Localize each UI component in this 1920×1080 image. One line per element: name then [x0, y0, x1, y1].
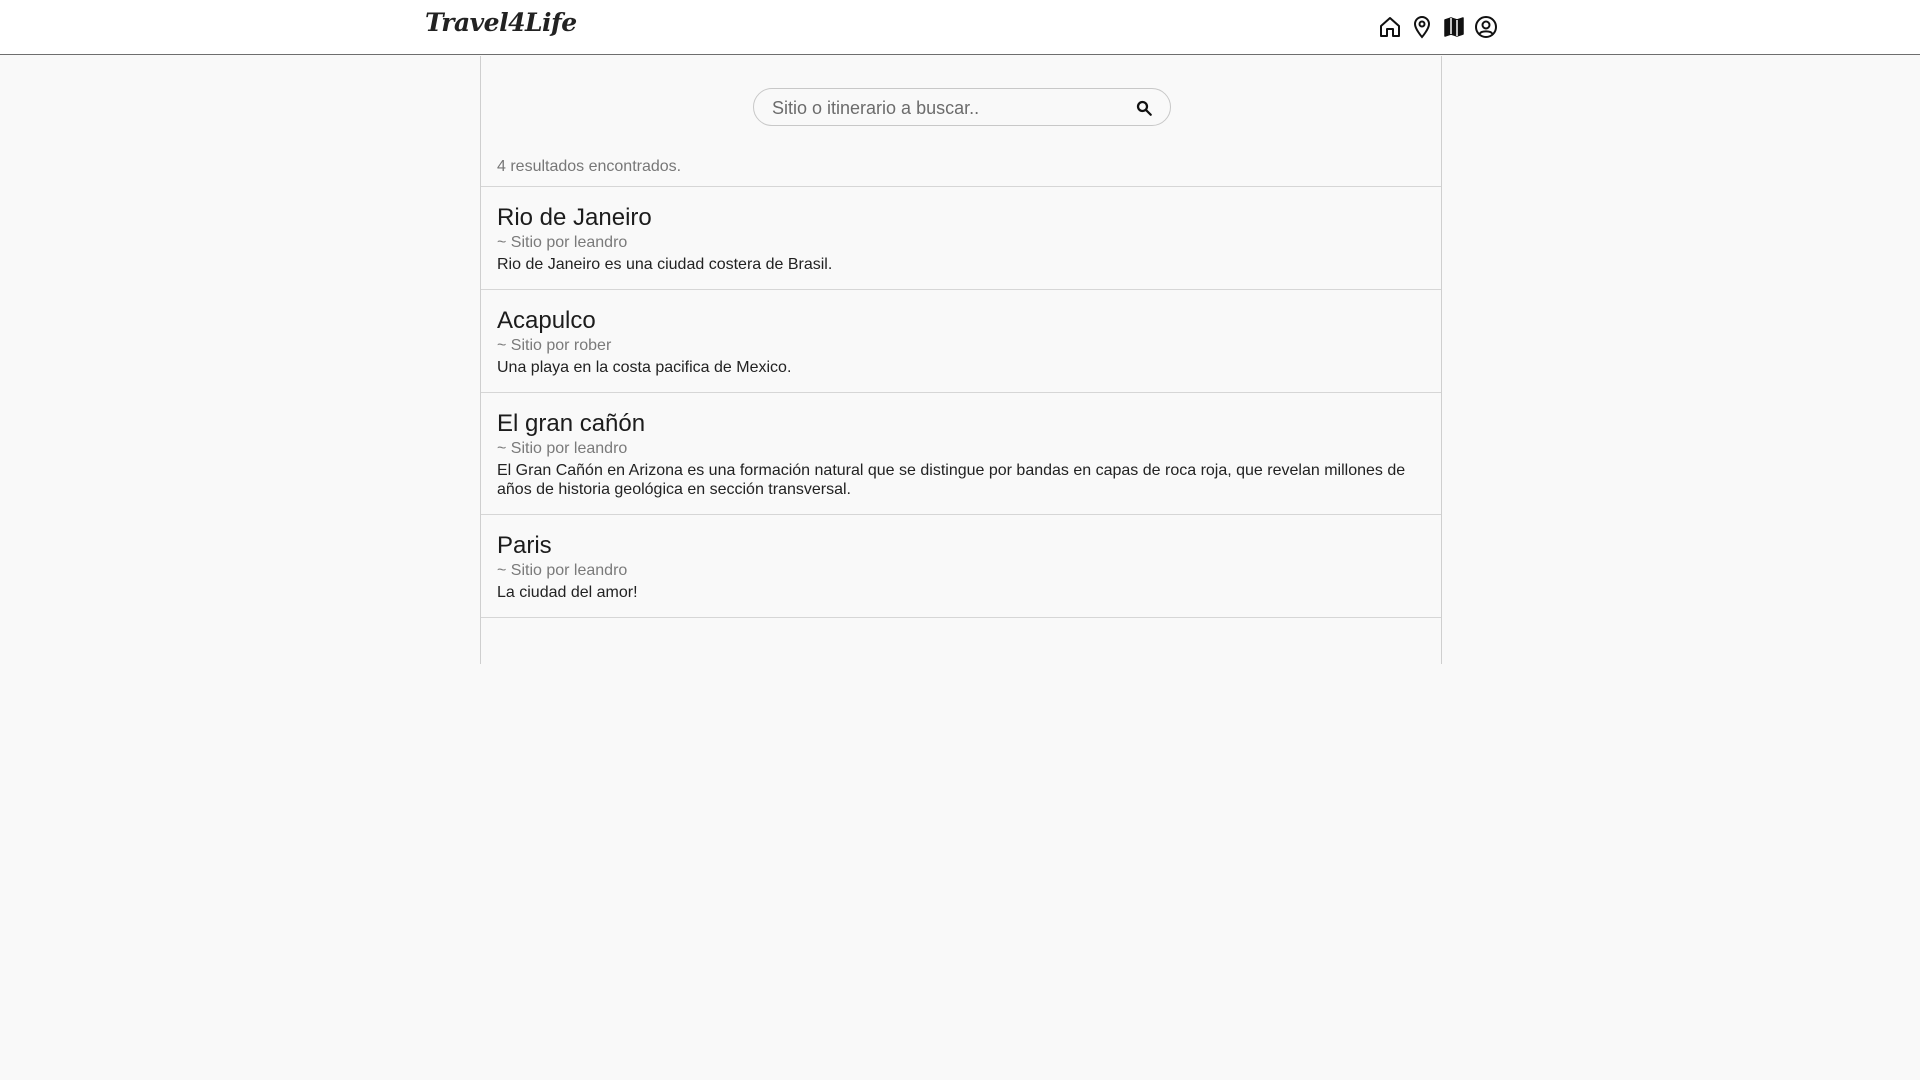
result-description: El Gran Cañón en Arizona es una formació…: [497, 462, 1406, 498]
list-item[interactable]: Acapulco ~ Sitio por rober Una playa en …: [481, 290, 1441, 393]
list-item[interactable]: Paris ~ Sitio por leandro La ciudad del …: [481, 515, 1441, 618]
home-icon[interactable]: [1378, 15, 1402, 39]
top-navbar: Travel4Life: [0, 0, 1920, 55]
result-author: ~ Sitio por leandro: [497, 440, 628, 457]
result-author: ~ Sitio por rober: [497, 337, 612, 354]
result-title[interactable]: Paris: [497, 531, 1425, 560]
results-count: 4 resultados encontrados.: [497, 158, 682, 175]
main-content: 4 resultados encontrados. Rio de Janeiro…: [480, 56, 1442, 664]
map-icon[interactable]: [1442, 15, 1466, 39]
result-title[interactable]: Rio de Janeiro: [497, 203, 1425, 232]
result-title[interactable]: Acapulco: [497, 306, 1425, 335]
location-pin-icon[interactable]: [1410, 15, 1434, 39]
result-author: ~ Sitio por leandro: [497, 234, 628, 251]
search-bar: [753, 88, 1171, 127]
result-title[interactable]: El gran cañón: [497, 409, 1425, 438]
search-icon[interactable]: [1134, 98, 1154, 118]
result-description: Rio de Janeiro es una ciudad costera de …: [497, 256, 833, 273]
list-item[interactable]: Rio de Janeiro ~ Sitio por leandro Rio d…: [481, 187, 1441, 290]
app-logo[interactable]: Travel4Life: [425, 8, 577, 37]
search-input[interactable]: [770, 89, 1114, 127]
result-author: ~ Sitio por leandro: [497, 562, 628, 579]
list-item[interactable]: El gran cañón ~ Sitio por leandro El Gra…: [481, 393, 1441, 515]
result-description: La ciudad del amor!: [497, 584, 638, 601]
results-list: Rio de Janeiro ~ Sitio por leandro Rio d…: [481, 186, 1441, 618]
nav-icons: [1378, 15, 1498, 39]
user-account-icon[interactable]: [1474, 15, 1498, 39]
result-description: Una playa en la costa pacifica de Mexico…: [497, 359, 792, 376]
